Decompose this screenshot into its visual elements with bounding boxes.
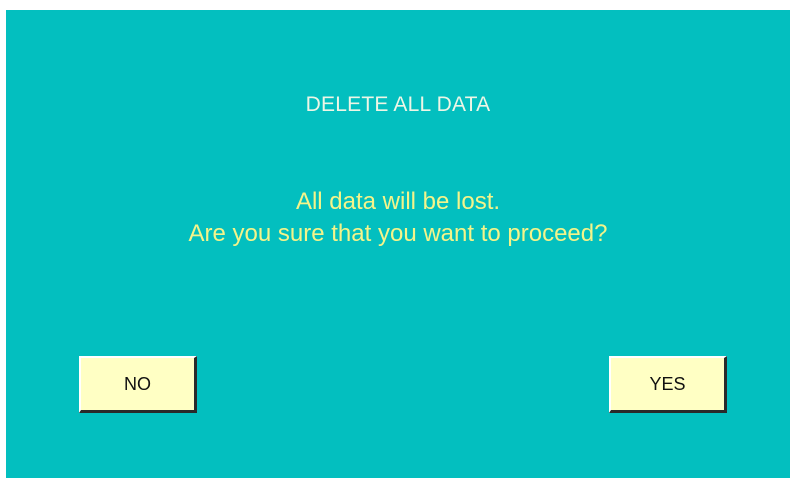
dialog-title: DELETE ALL DATA bbox=[305, 93, 491, 116]
no-button-label: NO bbox=[124, 373, 151, 394]
message-line-2: Are you sure that you want to proceed? bbox=[188, 220, 608, 247]
confirm-delete-screen: DELETE ALL DATA All data will be lost. A… bbox=[6, 10, 790, 478]
yes-button[interactable]: YES bbox=[609, 356, 727, 413]
yes-button-label: YES bbox=[649, 373, 686, 394]
message-line-1: All data will be lost. bbox=[295, 188, 501, 215]
no-button[interactable]: NO bbox=[79, 356, 197, 413]
confirmation-message: All data will be lost. Are you sure that… bbox=[6, 186, 790, 250]
